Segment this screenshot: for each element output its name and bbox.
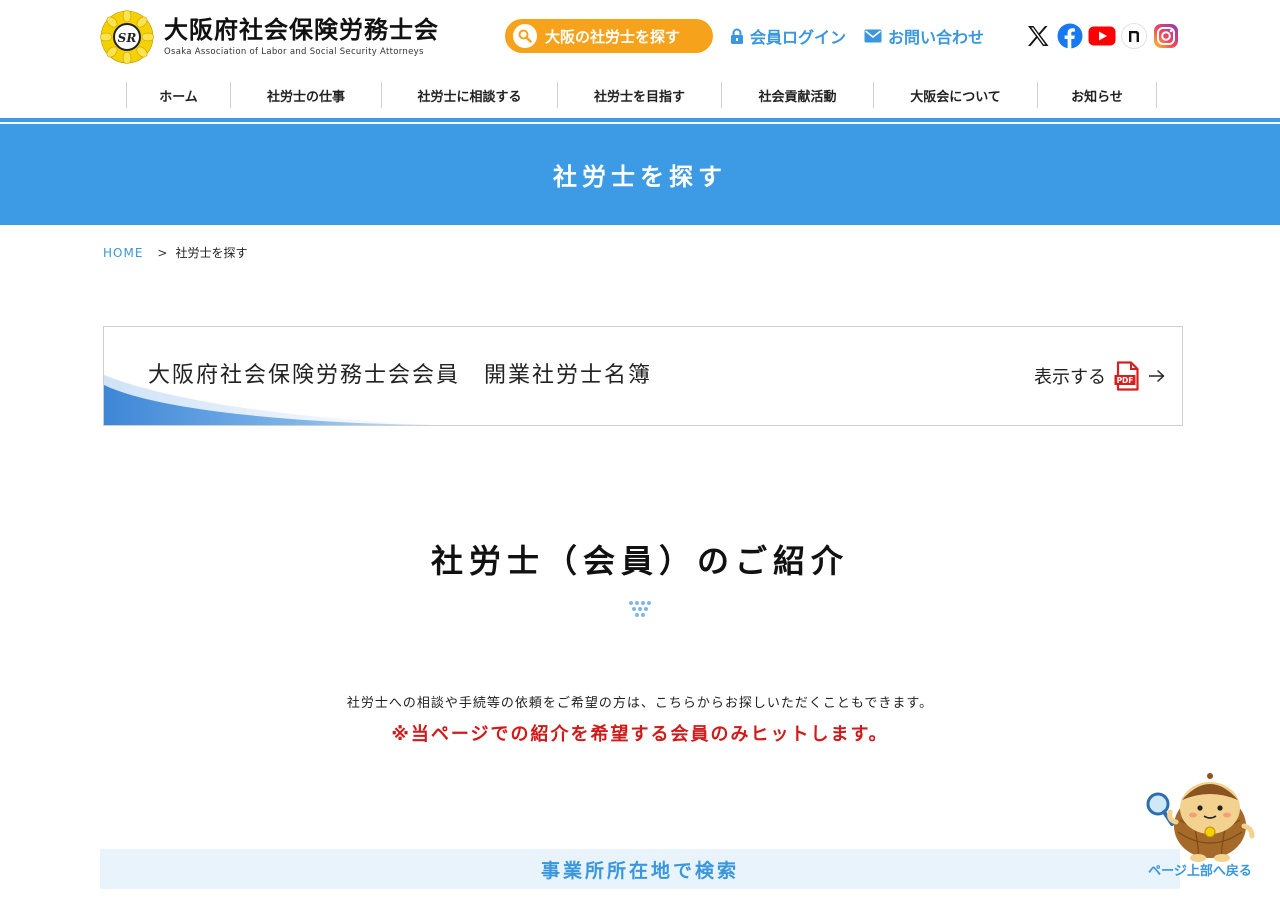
nav-item-about[interactable]: 大阪会について (873, 82, 1037, 108)
sns-links (1024, 22, 1184, 50)
find-attorney-label: 大阪の社労士を探す (545, 27, 681, 46)
member-login-link[interactable]: 会員ログイン (730, 24, 846, 48)
intro-note: ※当ページでの紹介を希望する会員のみヒットします。 (391, 724, 889, 745)
nav-item-work[interactable]: 社労士の仕事 (230, 82, 381, 108)
contact-label: お問い合わせ (888, 28, 985, 47)
location-search-heading: 事業所所在地で検索 (100, 849, 1180, 889)
nav-item-social[interactable]: 社会貢献活動 (721, 82, 873, 108)
logo-title: 大阪府社会保険労務士会 (164, 16, 439, 44)
roster-show-label: 表示する (1034, 367, 1106, 388)
youtube-icon[interactable] (1088, 22, 1116, 50)
x-icon[interactable] (1024, 22, 1052, 50)
facebook-icon[interactable] (1056, 22, 1084, 50)
contact-link[interactable]: お問い合わせ (864, 24, 984, 48)
nav-item-become[interactable]: 社労士を目指す (557, 82, 721, 108)
svg-text:SR: SR (118, 31, 137, 45)
roster-banner[interactable]: 大阪府社会保険労務士会会員 開業社労士名簿 表示する PDF (103, 326, 1183, 426)
header-divider (0, 118, 1280, 122)
lock-icon (731, 28, 743, 44)
site-logo[interactable]: SR 大阪府社会保険労務士会 Osaka Association of Labo… (100, 10, 439, 64)
global-nav: ホーム 社労士の仕事 社労士に相談する 社労士を目指す 社会貢献活動 大阪会につ… (126, 82, 1157, 108)
nav-item-news[interactable]: お知らせ (1037, 82, 1157, 108)
roster-show-link: 表示する PDF (1034, 361, 1166, 391)
breadcrumb-home[interactable]: HOME (103, 246, 143, 260)
breadcrumb-separator: > (157, 245, 168, 260)
page-title: 社労士を探す (553, 163, 727, 191)
pdf-icon-label: PDF (1117, 376, 1134, 385)
member-login-label: 会員ログイン (750, 28, 847, 47)
intro-text: 社労士への相談や手続等の依頼をご希望の方は、こちらからお探しいただくこともできま… (346, 696, 934, 711)
arrow-right-icon (1149, 369, 1165, 383)
instagram-icon[interactable] (1152, 22, 1180, 50)
nav-item-home[interactable]: ホーム (126, 82, 230, 108)
logo-subtitle: Osaka Association of Labor and Social Se… (164, 47, 424, 57)
dots-decoration (629, 601, 651, 617)
intro-title: 社労士（会員）のご紹介 (430, 542, 849, 580)
mascot-icon (1146, 773, 1255, 862)
breadcrumb-current: 社労士を探す (175, 246, 248, 260)
page-top-label: ページ上部へ戻る (1148, 864, 1252, 879)
pdf-icon: PDF (1114, 361, 1139, 391)
sr-emblem-icon: SR (100, 10, 154, 64)
nav-item-consult[interactable]: 社労士に相談する (381, 82, 557, 108)
breadcrumb: HOME > 社労士を探す (103, 244, 247, 261)
site-header: SR 大阪府社会保険労務士会 Osaka Association of Labo… (0, 0, 1280, 118)
find-attorney-button[interactable]: 大阪の社労士を探す (505, 19, 713, 53)
mail-icon (864, 29, 882, 43)
note-icon[interactable] (1120, 22, 1148, 50)
search-icon (513, 24, 537, 48)
roster-title: 大阪府社会保険労務士会会員 開業社労士名簿 (148, 363, 653, 388)
